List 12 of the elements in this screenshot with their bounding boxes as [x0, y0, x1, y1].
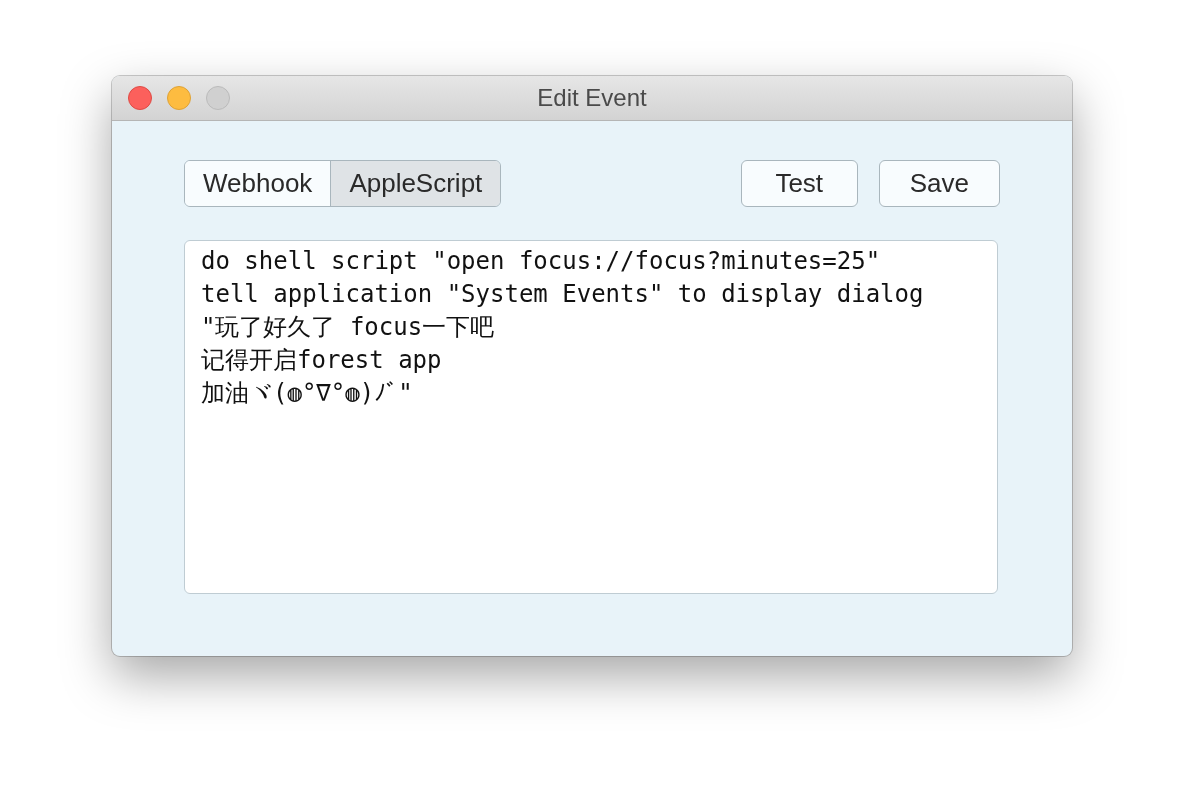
code-line: 加油ヾ(◍°∇°◍)ﾉﾞ" — [201, 378, 414, 409]
code-line: do shell script "open focus://focus?minutes=25" — [201, 246, 882, 277]
code-line: 记得开启forest app — [201, 345, 443, 376]
push-button[interactable]: Save — [878, 160, 1000, 207]
tab[interactable]: AppleScript — [330, 161, 501, 206]
tab[interactable]: Webhook — [185, 161, 331, 206]
window-title: Edit Event — [537, 84, 647, 112]
script-editor[interactable]: do shell script "open focus://focus?minutes=25" tell application "System Events" to display dialog "玩了好久了 focus一下吧 记得开启forest app 加油ヾ(◍°∇°◍)ﾉﾞ" — [184, 240, 998, 594]
minimize-button[interactable] — [167, 86, 191, 110]
code-line: tell application "System Events" to display dialog "玩了好久了 focus一下吧 — [201, 279, 925, 343]
push-button[interactable]: Test — [740, 160, 858, 207]
close-button[interactable] — [128, 86, 152, 110]
